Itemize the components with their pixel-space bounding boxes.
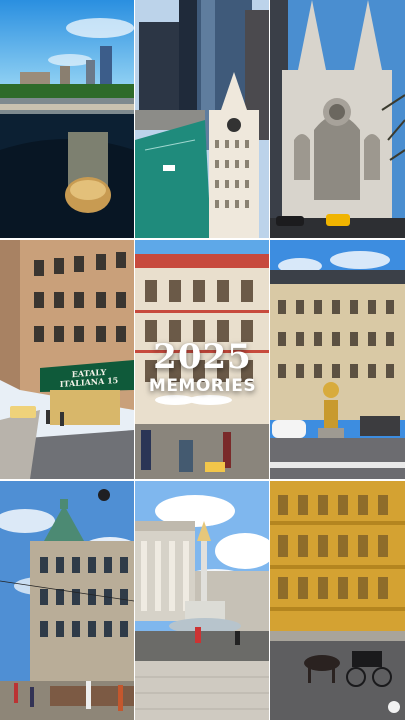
paris-scene [135, 240, 269, 479]
street-scene [0, 240, 134, 479]
photo-yellow-building-carriage[interactable] [270, 481, 405, 720]
photo-square-with-statue[interactable] [270, 240, 405, 479]
palace-fountain-scene [135, 481, 269, 720]
storefront-sign-text: EATALY ITALIANA [59, 366, 107, 390]
photo-chicago-river-towers[interactable] [135, 0, 269, 238]
photo-paris-buildings[interactable] [135, 240, 269, 479]
square-statue-scene [270, 240, 405, 479]
photo-palace-fountain[interactable] [135, 481, 269, 720]
river-bridge-scene [0, 0, 134, 238]
photo-gothic-cathedral[interactable] [270, 0, 405, 238]
department-store-scene [0, 481, 134, 720]
collage: 2025 MEMORIES EATALY ITALIANA 15 [0, 0, 405, 720]
photo-river-bridge-skyline[interactable] [0, 0, 134, 238]
cathedral-scene [270, 0, 405, 238]
photo-european-street[interactable] [0, 240, 134, 479]
photo-grid [0, 0, 405, 720]
yellow-building-scene [270, 481, 405, 720]
storefront-sign-number: 15 [107, 374, 119, 386]
towers-river-scene [135, 0, 269, 238]
photo-grand-department-store[interactable] [0, 481, 134, 720]
